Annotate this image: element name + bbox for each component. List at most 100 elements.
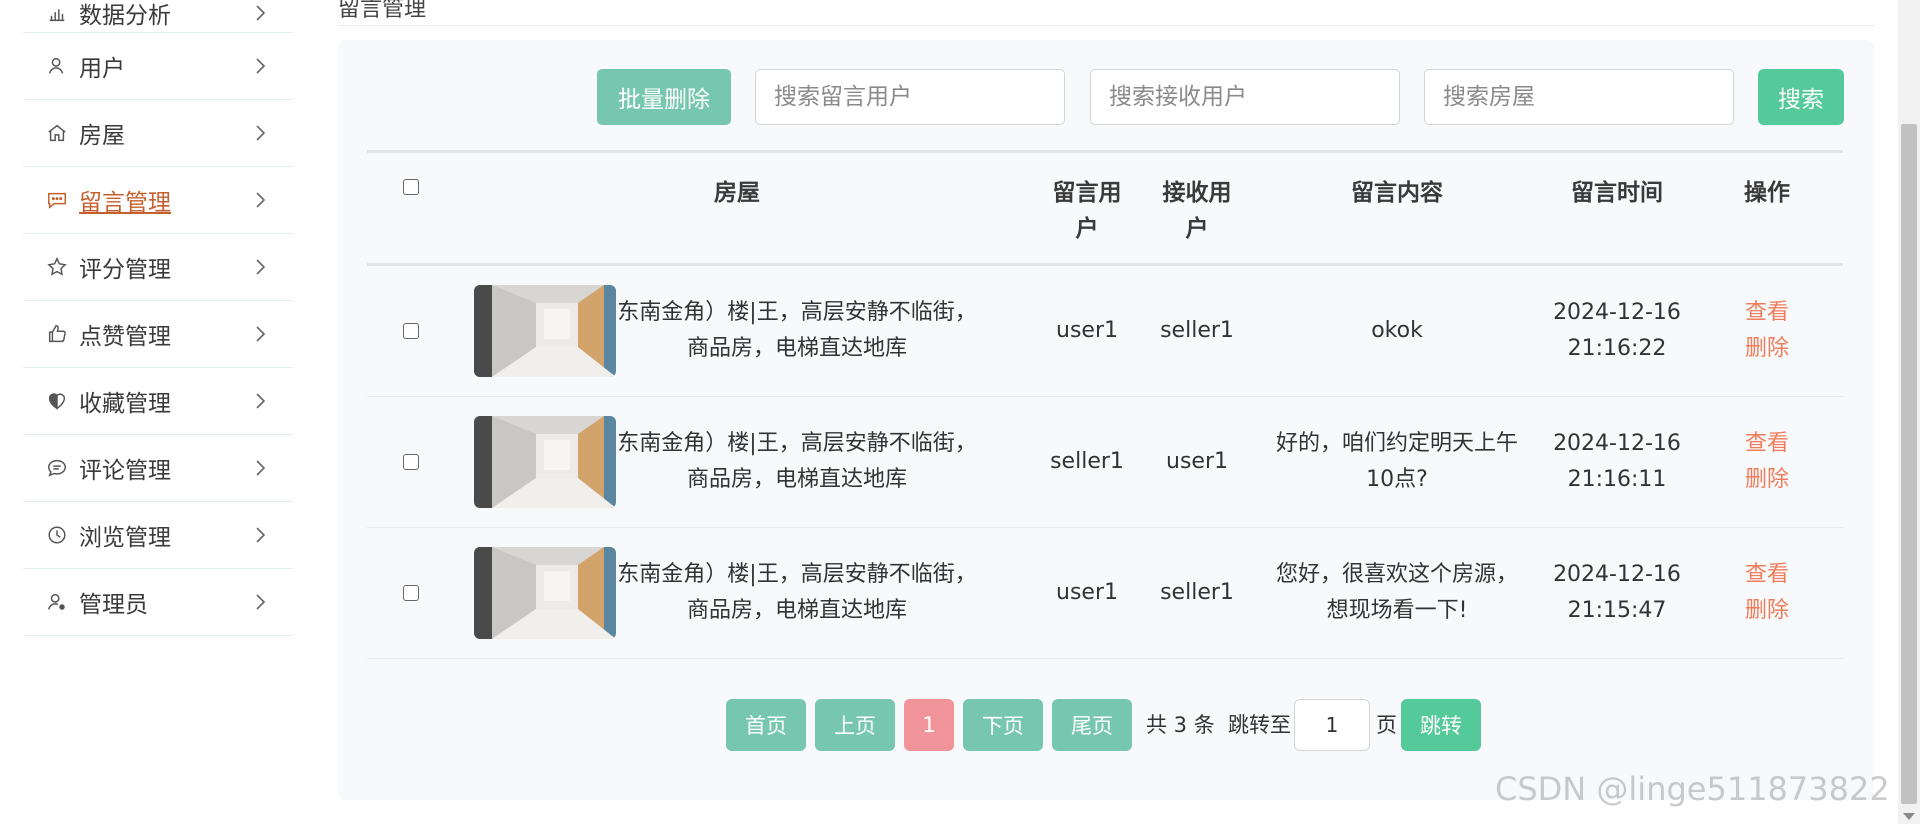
chevron-right-icon xyxy=(256,58,266,74)
sidebar-item-label: 数据分析 xyxy=(79,2,171,29)
house-title: 东南金角）楼|王，高层安静不临街，商品房，电梯直达地库 xyxy=(617,300,977,361)
search-sender-input[interactable] xyxy=(755,69,1065,125)
sidebar-item-admins[interactable]: 管理员 xyxy=(23,569,293,636)
content-cell: 好的，咱们约定明天上午10点? xyxy=(1275,431,1518,492)
jump-button[interactable]: 跳转 xyxy=(1401,699,1481,751)
table-row: 东南金角）楼|王，高层安静不临街，商品房，电梯直达地库 user1 seller… xyxy=(367,266,1843,397)
view-link[interactable]: 查看 xyxy=(1745,295,1789,331)
view-link[interactable]: 查看 xyxy=(1745,557,1789,593)
content-cell: 您好，很喜欢这个房源，想现场看一下! xyxy=(1275,562,1518,623)
bar-chart-icon xyxy=(45,1,69,25)
content-panel: 批量删除 搜索 房屋 留言用户 接收用户 留言内容 留言时间 操作 xyxy=(338,40,1874,800)
sidebar-item-label: 评分管理 xyxy=(79,257,171,283)
row-select-cell xyxy=(367,528,455,658)
sidebar-item-messages[interactable]: 留言管理 xyxy=(23,167,293,234)
sidebar-item-label: 留言管理 xyxy=(79,190,171,216)
chevron-right-icon xyxy=(256,259,266,275)
page-title: 留言管理 xyxy=(338,0,427,22)
last-page-button[interactable]: 尾页 xyxy=(1052,699,1132,751)
thumbs-up-icon xyxy=(45,322,69,346)
content-cell: okok xyxy=(1371,318,1423,343)
column-header-house: 房屋 xyxy=(714,180,760,206)
sidebar-item-label: 用户 xyxy=(79,56,125,82)
column-header-time: 留言时间 xyxy=(1571,180,1663,206)
time-cell: 2024-12-16 21:16:11 xyxy=(1527,397,1707,527)
sidebar-item-comments[interactable]: 评论管理 xyxy=(23,435,293,502)
star-icon xyxy=(45,255,69,279)
batch-delete-button[interactable]: 批量删除 xyxy=(597,69,731,125)
house-thumbnail[interactable] xyxy=(474,547,616,639)
search-receiver-input[interactable] xyxy=(1090,69,1400,125)
scroll-down-arrow-icon[interactable] xyxy=(1903,813,1915,820)
first-page-button[interactable]: 首页 xyxy=(726,699,806,751)
row-checkbox[interactable] xyxy=(403,585,419,601)
chevron-right-icon xyxy=(256,125,266,141)
house-thumbnail[interactable] xyxy=(474,285,616,377)
time-date: 2024-12-16 xyxy=(1553,300,1681,325)
sidebar-item-houses[interactable]: 房屋 xyxy=(23,100,293,167)
sender-cell: seller1 xyxy=(1050,449,1124,474)
user-gear-icon xyxy=(45,590,69,614)
house-title: 东南金角）楼|王，高层安静不临街，商品房，电梯直达地库 xyxy=(617,431,977,492)
column-header-content: 留言内容 xyxy=(1351,180,1443,206)
chevron-right-icon xyxy=(256,192,266,208)
sidebar-item-label: 收藏管理 xyxy=(79,391,171,417)
row-select-cell xyxy=(367,397,455,527)
row-checkbox[interactable] xyxy=(403,454,419,470)
sidebar-item-likes[interactable]: 点赞管理 xyxy=(23,301,293,368)
house-thumbnail[interactable] xyxy=(474,416,616,508)
toolbar: 批量删除 搜索 xyxy=(338,69,1874,125)
chevron-right-icon xyxy=(256,326,266,342)
time-clock: 21:15:47 xyxy=(1567,598,1667,623)
table-row: 东南金角）楼|王，高层安静不临街，商品房，电梯直达地库 user1 seller… xyxy=(367,528,1843,659)
row-checkbox[interactable] xyxy=(403,323,419,339)
chevron-right-icon xyxy=(256,4,266,21)
chevron-right-icon xyxy=(256,594,266,610)
select-all-cell xyxy=(367,153,455,263)
chevron-right-icon xyxy=(256,393,266,409)
sidebar: 数据分析 用户 房屋 留言管理 评分管理 点赞管理 收藏管理 评论管理 浏览管理… xyxy=(23,0,293,636)
time-clock: 21:16:22 xyxy=(1567,336,1667,361)
time-cell: 2024-12-16 21:15:47 xyxy=(1527,528,1707,658)
vertical-scrollbar[interactable] xyxy=(1898,0,1920,824)
scrollbar-thumb[interactable] xyxy=(1901,124,1917,804)
sidebar-item-ratings[interactable]: 评分管理 xyxy=(23,234,293,301)
page-header: 留言管理 xyxy=(338,0,1874,26)
current-page-button[interactable]: 1 xyxy=(904,699,954,751)
ops-cell: 查看 删除 xyxy=(1707,266,1827,396)
user-icon xyxy=(45,54,69,78)
chat-dots-icon xyxy=(45,188,69,212)
sidebar-item-browsing[interactable]: 浏览管理 xyxy=(23,502,293,569)
sidebar-item-label: 管理员 xyxy=(79,592,148,618)
receiver-cell: seller1 xyxy=(1160,580,1234,605)
chevron-right-icon xyxy=(256,527,266,543)
sidebar-item-data-analysis[interactable]: 数据分析 xyxy=(23,0,293,33)
view-link[interactable]: 查看 xyxy=(1745,426,1789,462)
house-thumbnail-cell xyxy=(474,266,616,396)
delete-link[interactable]: 删除 xyxy=(1745,331,1789,367)
comment-icon xyxy=(45,456,69,480)
select-all-checkbox[interactable] xyxy=(403,179,419,195)
row-select-cell xyxy=(367,266,455,396)
clock-icon xyxy=(45,523,69,547)
prev-page-button[interactable]: 上页 xyxy=(815,699,895,751)
house-title: 东南金角）楼|王，高层安静不临街，商品房，电梯直达地库 xyxy=(617,562,977,623)
sidebar-item-label: 房屋 xyxy=(79,123,125,149)
sender-cell: user1 xyxy=(1056,580,1118,605)
sidebar-item-users[interactable]: 用户 xyxy=(23,33,293,100)
sidebar-item-favorites[interactable]: 收藏管理 xyxy=(23,368,293,435)
delete-link[interactable]: 删除 xyxy=(1745,593,1789,629)
delete-link[interactable]: 删除 xyxy=(1745,462,1789,498)
chevron-right-icon xyxy=(256,460,266,476)
sidebar-item-label: 浏览管理 xyxy=(79,525,171,551)
search-house-input[interactable] xyxy=(1424,69,1734,125)
ops-cell: 查看 删除 xyxy=(1707,528,1827,658)
messages-table: 房屋 留言用户 接收用户 留言内容 留言时间 操作 东南金角）楼|王，高层安静不… xyxy=(367,150,1843,659)
ops-cell: 查看 删除 xyxy=(1707,397,1827,527)
next-page-button[interactable]: 下页 xyxy=(963,699,1043,751)
search-button[interactable]: 搜索 xyxy=(1758,69,1844,125)
heart-icon xyxy=(45,389,69,413)
sidebar-item-label: 评论管理 xyxy=(79,458,171,484)
jump-to-label: 跳转至 xyxy=(1228,713,1291,737)
page-jump-input[interactable] xyxy=(1294,699,1370,751)
